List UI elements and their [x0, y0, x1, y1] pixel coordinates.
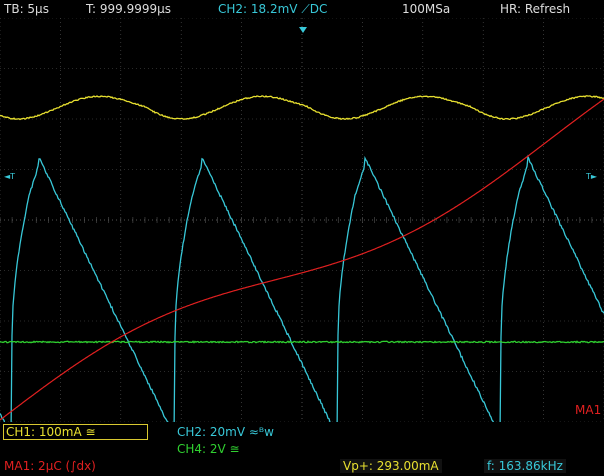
trigger-level-marker-right[interactable]: T► — [585, 172, 598, 181]
waveform-display: ◄T T► MA1 — [0, 18, 604, 422]
ch2-settings[interactable]: CH2: 20mV ≈ᴮw — [177, 425, 274, 439]
ch4-settings[interactable]: CH4: 2V ≅ — [177, 442, 240, 456]
math-channel-label: MA1 — [575, 403, 601, 417]
acquisition-mode-readout[interactable]: HR: Refresh — [500, 0, 570, 18]
timebase-readout[interactable]: TB: 5µs — [4, 0, 49, 18]
trigger-level-marker-left[interactable]: ◄T — [4, 172, 15, 181]
ma1-settings[interactable]: MA1: 2µC (∫dx) — [4, 459, 96, 473]
peak-measurement: Vp+: 293.00mA — [340, 459, 442, 473]
trigger-setting-readout[interactable]: CH2: 18.2mV ⟋DC — [218, 0, 327, 18]
frequency-measurement: f: 163.86kHz — [484, 459, 566, 473]
ch1-settings[interactable]: CH1: 100mA ≅ — [6, 425, 96, 439]
sample-rate-readout[interactable]: 100MSa — [402, 0, 450, 18]
top-status-bar: TB: 5µs T: 999.9999µs CH2: 18.2mV ⟋DC 10… — [0, 0, 604, 18]
channel-info-bar: CH1: 100mA ≅ CH2: 20mV ≈ᴮw CH4: 2V ≅ MA1… — [0, 422, 604, 476]
trigger-time-readout[interactable]: T: 999.9999µs — [86, 0, 171, 18]
